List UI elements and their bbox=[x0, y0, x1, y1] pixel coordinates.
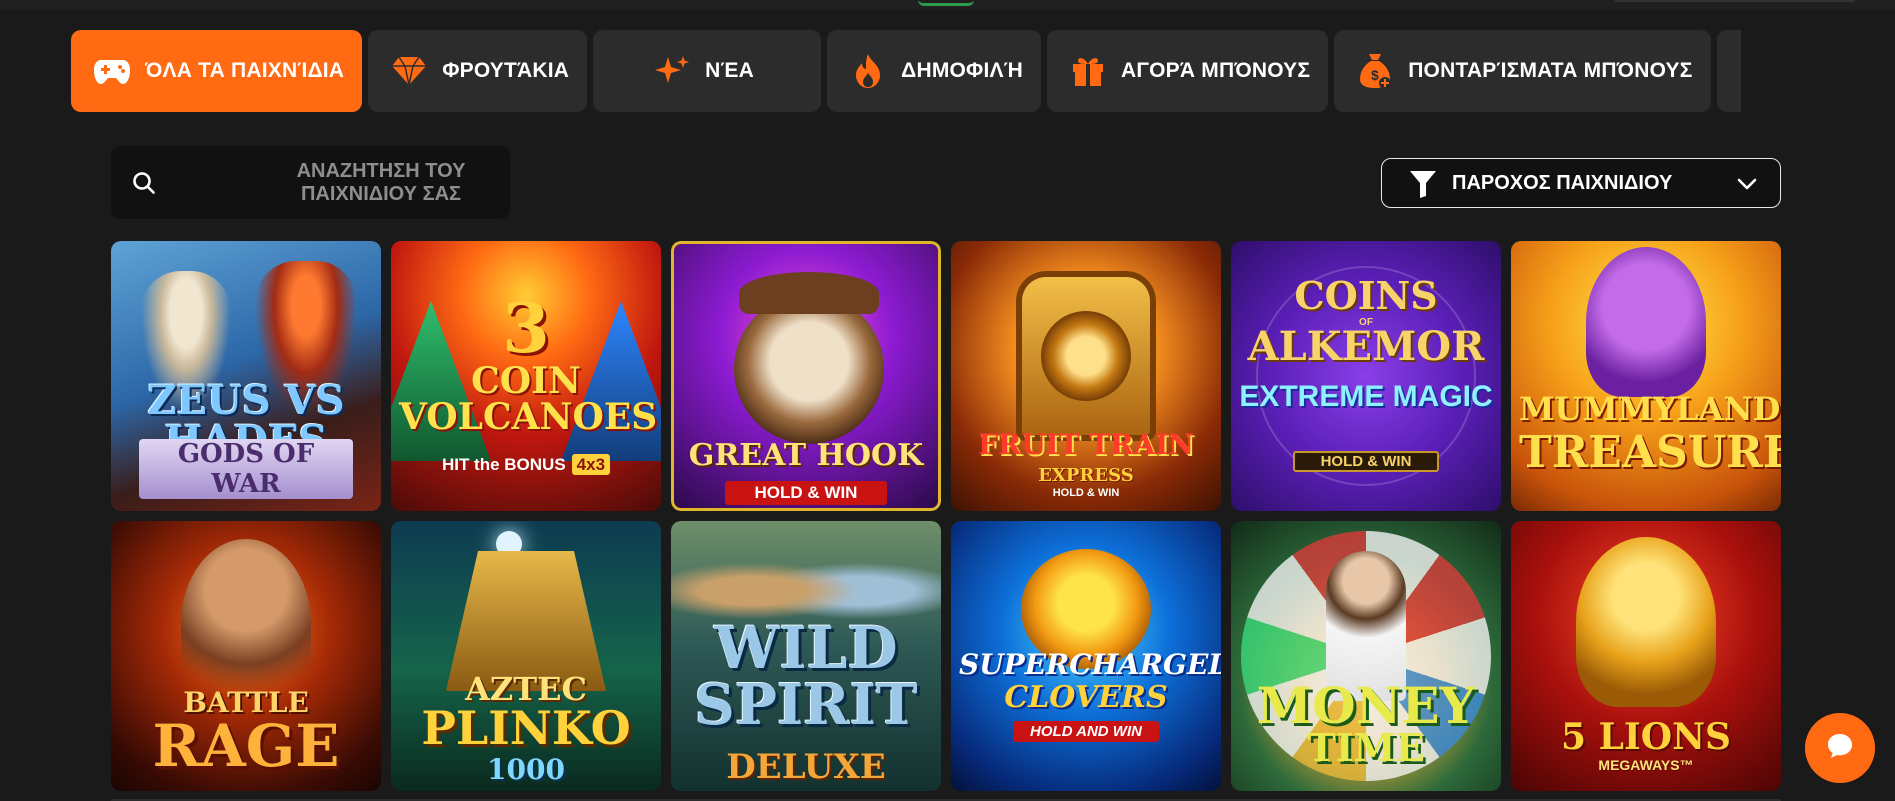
header-strip bbox=[0, 0, 1895, 10]
game-card-money-time[interactable]: MONEY TIME bbox=[1231, 521, 1501, 791]
game-title: 5 LIONS bbox=[1561, 716, 1731, 758]
game-title: WILD bbox=[714, 614, 898, 682]
game-subtitle-text: HIT the BONUS bbox=[441, 455, 566, 474]
game-card-3-coin-volcanoes[interactable]: 3 COIN VOLCANOES HIT the BONUS 4x3 bbox=[391, 241, 661, 511]
game-title: GREAT HOOK bbox=[688, 438, 924, 473]
train-wheel bbox=[1041, 311, 1131, 401]
game-card-5-lions-megaways[interactable]: 5 LIONS MEGAWAYS™ bbox=[1511, 521, 1781, 791]
provider-filter-label: ΠΑΡΟΧΟΣ ΠΑΙΧΝΙΔΙΟΥ bbox=[1452, 172, 1673, 194]
game-subtitle: DELUXE bbox=[726, 747, 886, 787]
game-card-aztec-plinko-1000[interactable]: AZTEC PLINKO 1000 bbox=[391, 521, 661, 791]
game-tag: HOLD & WIN bbox=[1052, 487, 1120, 499]
game-card-coins-of-alkemor[interactable]: COINS OF ALKEMOR EXTREME MAGIC HOLD & WI… bbox=[1231, 241, 1501, 511]
chat-bubble-icon bbox=[1825, 731, 1855, 766]
lion-figure bbox=[1576, 537, 1716, 707]
tab-label: ΝΈΑ bbox=[705, 59, 755, 82]
game-card-great-hook[interactable]: GREAT HOOK HOLD & WIN bbox=[671, 241, 941, 511]
diamond-icon bbox=[390, 52, 428, 90]
chevron-down-icon bbox=[1736, 173, 1758, 195]
tab-new[interactable]: ΝΈΑ bbox=[593, 30, 822, 112]
game-subtitle: EXTREME MAGIC bbox=[1239, 380, 1493, 413]
filter-icon bbox=[1408, 169, 1438, 199]
flame-icon bbox=[849, 52, 887, 90]
game-tag: HOLD & WIN bbox=[1293, 451, 1439, 472]
game-card-supercharged-clovers[interactable]: SUPERCHARGED CLOVERS HOLD AND WIN bbox=[951, 521, 1221, 791]
game-card-mummyland-treasures[interactable]: MUMMYLAND TREASURES bbox=[1511, 241, 1781, 511]
tab-label: ΠΟΝΤΑΡΊΣΜΑΤΑ ΜΠΌΝΟΥΣ bbox=[1408, 59, 1693, 82]
search-placeholder-line1: ΑΝΑΖΗΤΗΣΗ ΤΟΥ bbox=[296, 160, 466, 182]
tab-label: ΌΛΑ ΤΑ ΠΑΙΧΝΊΔΙΑ bbox=[145, 59, 345, 82]
sparkle-icon bbox=[653, 52, 691, 90]
tab-popular[interactable]: ΔΗΜΟΦΙΛΉ bbox=[827, 30, 1041, 112]
chat-button[interactable] bbox=[1805, 713, 1875, 783]
warrior-figure bbox=[181, 539, 311, 709]
header-divider bbox=[1615, 0, 1855, 2]
tab-label: ΑΓΟΡΆ ΜΠΌΝΟΥΣ bbox=[1120, 59, 1311, 82]
gamepad-icon bbox=[93, 52, 131, 90]
game-card-battle-rage[interactable]: BATTLE RAGE bbox=[111, 521, 381, 791]
game-title: SUPERCHARGED bbox=[959, 648, 1221, 681]
mummy-figure bbox=[1586, 247, 1706, 397]
tab-fruits[interactable]: ΦΡΟΥΤΆΚΙΑ bbox=[368, 30, 588, 112]
game-grid: ZEUS vs HADES GODS OF WAR 3 COIN VOLCANO… bbox=[111, 241, 1781, 791]
game-title: FRUIT TRAIN bbox=[978, 428, 1194, 461]
tab-all-games[interactable]: ΌΛΑ ΤΑ ΠΑΙΧΝΊΔΙΑ bbox=[71, 30, 363, 112]
game-title: MONEY bbox=[1256, 676, 1476, 735]
tab-label: ΦΡΟΥΤΆΚΙΑ bbox=[442, 59, 570, 82]
game-subtitle: HOLD & WIN bbox=[725, 481, 887, 505]
tabs-overflow[interactable] bbox=[1716, 30, 1741, 112]
game-title-2: PLINKO bbox=[421, 701, 631, 755]
tab-buy-bonus[interactable]: ΑΓΟΡΆ ΜΠΌΝΟΥΣ bbox=[1046, 30, 1329, 112]
game-title-2: TREASURES bbox=[1519, 427, 1781, 478]
svg-text:$: $ bbox=[1371, 67, 1379, 83]
game-subtitle: EXPRESS bbox=[1038, 465, 1134, 486]
search-placeholder-line2: ΠΑΙΧΝΙΔΙΟΥ ΣΑΣ bbox=[300, 183, 462, 205]
game-subtitle: MEGAWAYS™ bbox=[1598, 757, 1694, 773]
game-title-2: CLOVERS bbox=[1004, 680, 1168, 715]
game-card-fruit-train-express[interactable]: FRUIT TRAIN EXPRESS HOLD & WIN bbox=[951, 241, 1221, 511]
game-title: MUMMYLAND bbox=[1519, 390, 1781, 428]
game-title-2: ALKEMOR bbox=[1247, 323, 1485, 370]
gift-icon bbox=[1069, 52, 1107, 90]
game-number: 1000 bbox=[487, 753, 565, 786]
logo-edge bbox=[918, 0, 974, 6]
game-subtitle: GODS OF WAR bbox=[139, 439, 353, 499]
search-box[interactable]: ΑΝΑΖΗΤΗΣΗ ΤΟΥ ΠΑΙΧΝΙΔΙΟΥ ΣΑΣ bbox=[111, 146, 510, 219]
game-title: COINS bbox=[1294, 273, 1438, 318]
provider-filter-dropdown[interactable]: ΠΑΡΟΧΟΣ ΠΑΙΧΝΙΔΙΟΥ bbox=[1381, 158, 1781, 208]
money-bag-icon: $ bbox=[1356, 52, 1394, 90]
bulldog-figure bbox=[734, 294, 884, 444]
category-tabs: ΌΛΑ ΤΑ ΠΑΙΧΝΊΔΙΑ ΦΡΟΥΤΆΚΙΑ ΝΈΑ ΔΗΜΟΦΙΛΉ … bbox=[71, 30, 1741, 112]
hat-figure bbox=[739, 272, 879, 314]
game-title-2: TIME bbox=[1307, 725, 1425, 770]
game-title-2: RAGE bbox=[152, 712, 340, 780]
game-title-2: SPIRIT bbox=[694, 672, 918, 738]
game-number: 3 bbox=[502, 289, 550, 369]
tab-bonus-bets[interactable]: $ ΠΟΝΤΑΡΊΣΜΑΤΑ ΜΠΌΝΟΥΣ bbox=[1334, 30, 1711, 112]
search-placeholder: ΑΝΑΖΗΤΗΣΗ ΤΟΥ ΠΑΙΧΝΙΔΙΟΥ ΣΑΣ bbox=[261, 160, 501, 206]
game-subtitle: HIT the BONUS 4x3 bbox=[391, 454, 661, 475]
game-title: COIN VOLCANOES bbox=[399, 360, 658, 438]
game-card-zeus-vs-hades[interactable]: ZEUS vs HADES GODS OF WAR bbox=[111, 241, 381, 511]
tab-label: ΔΗΜΟΦΙΛΉ bbox=[901, 59, 1023, 82]
game-badge: 4x3 bbox=[571, 454, 611, 475]
game-card-wild-spirit-deluxe[interactable]: WILD SPIRIT DELUXE bbox=[671, 521, 941, 791]
search-icon bbox=[131, 170, 157, 196]
game-subtitle: HOLD AND WIN bbox=[1013, 721, 1159, 742]
